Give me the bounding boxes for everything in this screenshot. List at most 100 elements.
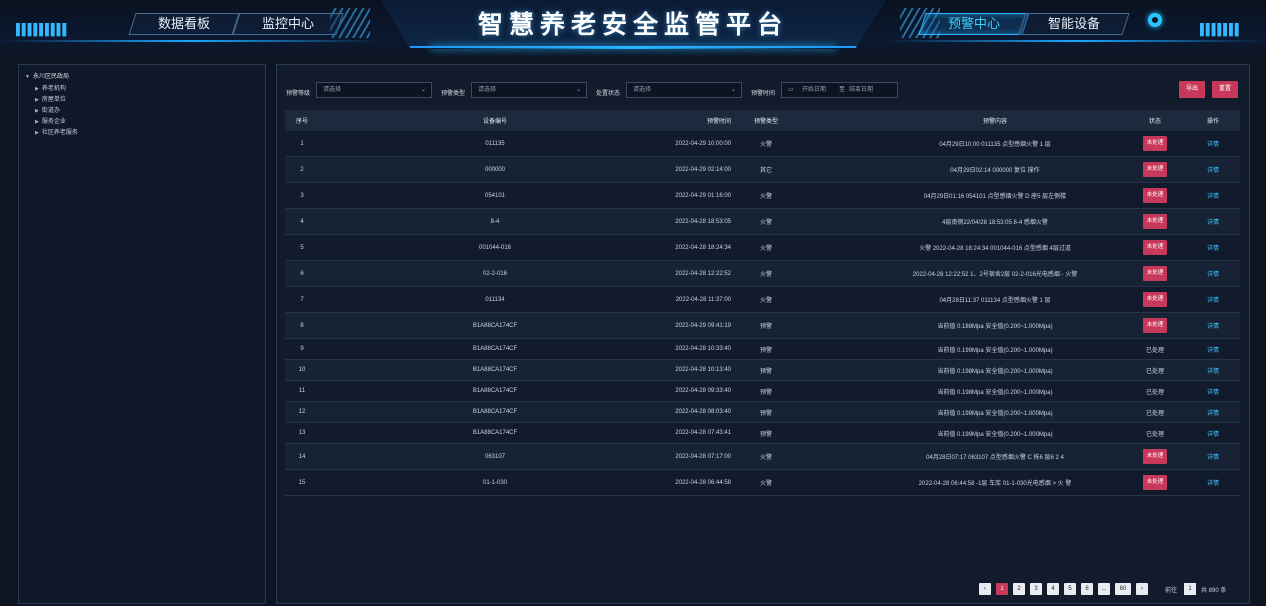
select-placeholder: 请选择 (323, 87, 342, 93)
reset-button[interactable]: 重置 (1212, 81, 1238, 98)
status-badge-unhandled[interactable]: 未处理 (1142, 162, 1168, 177)
cell-time: 2022-04-28 18:53:05 (675, 218, 731, 225)
tab-warning-center[interactable]: 预警中心 (922, 13, 1026, 35)
status-badge-unhandled[interactable]: 未处理 (1142, 475, 1168, 490)
tree-item-elderly-institution[interactable]: ▶ 养老机构 (35, 83, 66, 92)
detail-link[interactable]: 详情 (1207, 478, 1219, 487)
cell-status: 未处理 (1137, 157, 1173, 182)
next-page-button[interactable]: › (1136, 583, 1148, 595)
table-header: 序号 设备编号 预警时间 预警类型 预警内容 状态 操作 (285, 110, 1240, 131)
status-badge-unhandled[interactable]: 未处理 (1142, 266, 1168, 281)
cell-time: 2022-04-28 10:33:40 (675, 346, 731, 352)
cell-no: 14 (298, 453, 306, 460)
status-text-handled: 已处理 (1145, 347, 1164, 354)
start-date-input[interactable]: 开始日期 (802, 83, 826, 97)
detail-link[interactable]: 详情 (1207, 452, 1219, 461)
status-badge-unhandled[interactable]: 未处理 (1142, 136, 1168, 151)
tree-root[interactable]: ▼ 永川区民政局 (25, 71, 69, 80)
table-body: 1 011135 2022-04-29 10:00:00 火警 04月29日10:00 … (285, 131, 1240, 496)
cell-status: 已处理 (1137, 339, 1173, 359)
table-row: 1 011135 2022-04-29 10:00:00 火警 04月29日10:00 … (285, 131, 1240, 157)
cell-device: 000000 (484, 166, 506, 173)
cell-action: 详情 (1201, 157, 1225, 182)
tree-item-label: 社区养老服务 (41, 130, 78, 136)
warning-list-panel: 预警等级 请选择 ⌄ 预警类型 请选择 ⌄ 处置状态 请选择 ⌄ 预警时间 ▭ 开始日… (276, 64, 1250, 604)
cell-status: 已处理 (1137, 360, 1173, 380)
col-header-content: 预警内容 (982, 119, 1007, 125)
tree-item-label: 服务企业 (41, 119, 66, 125)
end-date-input[interactable]: 结束日期 (849, 83, 873, 97)
goto-page-input[interactable]: 1 (1184, 583, 1196, 595)
page-button-1[interactable]: 1 (996, 583, 1008, 595)
cell-device: B1A88CA174CF (472, 430, 518, 436)
prev-page-button[interactable]: ‹ (979, 583, 991, 595)
page-title: 智慧养老安全监管平台 (477, 11, 788, 39)
status-badge-unhandled[interactable]: 未处理 (1142, 318, 1168, 333)
tab-data-board[interactable]: 数据看板 (132, 13, 236, 35)
cell-time: 2022-04-28 11:37:00 (675, 296, 731, 303)
caret-right-icon: ▶ (35, 97, 39, 103)
status-badge-unhandled[interactable]: 未处理 (1142, 188, 1168, 203)
page-button-2[interactable]: 2 (1013, 583, 1025, 595)
cell-device: 054101 (484, 192, 506, 199)
detail-link[interactable]: 详情 (1207, 295, 1219, 304)
cell-type: 预警 (759, 410, 772, 417)
cell-no: 9 (300, 346, 304, 352)
detail-link[interactable]: 详情 (1207, 429, 1219, 438)
tree-item-service-company[interactable]: ▶ 服务企业 (35, 116, 66, 125)
cell-action: 详情 (1201, 423, 1225, 443)
detail-link[interactable]: 详情 (1207, 243, 1219, 252)
cell-content: 4层南侧22/04/28 18:53:05 8-4 感烟火警 (942, 220, 1048, 226)
tab-monitor-center[interactable]: 监控中心 (236, 13, 340, 35)
table-row: 10 B1A88CA174CF 2022-04-28 10:13:40 预警 当前值 0… (285, 360, 1240, 381)
tree-item-community-service[interactable]: ▶ 社区养老服务 (35, 127, 78, 136)
detail-link[interactable]: 详情 (1207, 269, 1219, 278)
cell-action: 详情 (1201, 261, 1225, 286)
cell-status: 未处理 (1137, 209, 1173, 234)
page-button-3[interactable]: 3 (1030, 583, 1042, 595)
detail-link[interactable]: 详情 (1207, 345, 1219, 354)
page-ellipsis[interactable]: ... (1098, 583, 1110, 595)
warning-type-select[interactable]: 请选择 ⌄ (471, 82, 587, 98)
chevron-down-icon: ⌄ (730, 87, 736, 93)
table-row: 11 B1A88CA174CF 2022-04-28 09:33:40 预警 当前值 0… (285, 381, 1240, 402)
detail-link[interactable]: 详情 (1207, 139, 1219, 148)
cell-type: 其它 (759, 168, 772, 174)
cell-time: 2022-04-28 12:22:52 (675, 270, 731, 277)
status-badge-unhandled[interactable]: 未处理 (1142, 292, 1168, 307)
tree-item-street-office[interactable]: ▶ 街道办 (35, 105, 60, 114)
user-icon[interactable] (1148, 13, 1162, 27)
tab-smart-device[interactable]: 智能设备 (1022, 13, 1126, 35)
org-tree-panel: ▼ 永川区民政局 ▶ 养老机构 ▶ 房屋单位 ▶ 街道办 ▶ 服务企业 ▶ 社区养老服务 (18, 64, 266, 604)
export-button[interactable]: 导出 (1179, 81, 1205, 98)
detail-link[interactable]: 详情 (1207, 408, 1219, 417)
status-text-handled: 已处理 (1145, 431, 1164, 438)
chevron-down-icon: ⌄ (575, 87, 581, 93)
page-button-4[interactable]: 4 (1047, 583, 1059, 595)
chevron-down-icon: ⌄ (420, 87, 426, 93)
table-row: 12 B1A88CA174CF 2022-04-28 08:03:40 预警 当前值 0… (285, 402, 1240, 423)
header-left-line (0, 40, 380, 42)
status-text-handled: 已处理 (1145, 389, 1164, 396)
status-select[interactable]: 请选择 ⌄ (626, 82, 742, 98)
cell-time: 2022-04-28 07:43:41 (675, 430, 731, 436)
table-row: 13 B1A88CA174CF 2022-04-28 07:43:41 预警 当前值 0… (285, 423, 1240, 444)
cell-status: 未处理 (1137, 183, 1173, 208)
detail-link[interactable]: 详情 (1207, 165, 1219, 174)
page-button-last[interactable]: 60 (1115, 583, 1131, 595)
tree-item-housing-unit[interactable]: ▶ 房屋单位 (35, 94, 66, 103)
detail-link[interactable]: 详情 (1207, 191, 1219, 200)
detail-link[interactable]: 详情 (1207, 366, 1219, 375)
page-button-5[interactable]: 5 (1064, 583, 1076, 595)
detail-link[interactable]: 详情 (1207, 217, 1219, 226)
warning-level-select[interactable]: 请选择 ⌄ (316, 82, 432, 98)
cell-action: 详情 (1201, 402, 1225, 422)
status-badge-unhandled[interactable]: 未处理 (1142, 449, 1168, 464)
page-button-6[interactable]: 6 (1081, 583, 1093, 595)
detail-link[interactable]: 详情 (1207, 387, 1219, 396)
status-badge-unhandled[interactable]: 未处理 (1142, 214, 1168, 229)
cell-device: 02-2-016 (482, 270, 508, 277)
date-range-picker[interactable]: ▭ 开始日期 至 结束日期 (781, 82, 898, 98)
detail-link[interactable]: 详情 (1207, 321, 1219, 330)
status-badge-unhandled[interactable]: 未处理 (1142, 240, 1168, 255)
